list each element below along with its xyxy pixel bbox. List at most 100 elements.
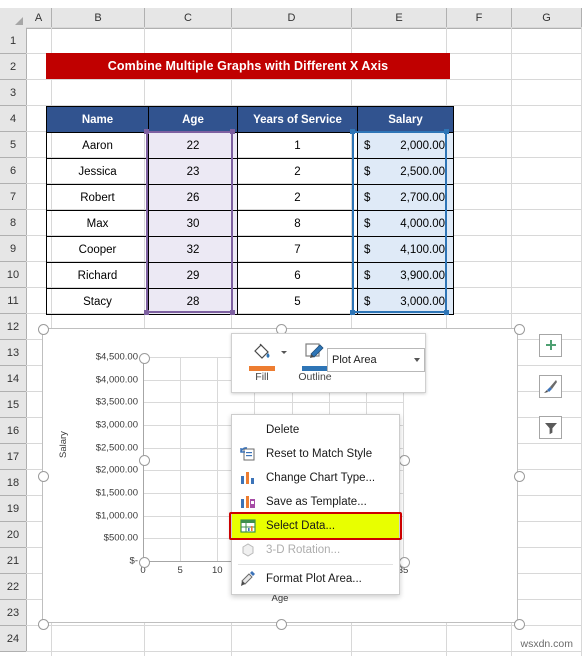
- row-header-23[interactable]: 23: [0, 600, 27, 626]
- mini-toolbar[interactable]: Fill Outline Plot Area: [231, 333, 426, 393]
- row-header-16[interactable]: 16: [0, 418, 27, 444]
- menu-item-format-plot-area[interactable]: Format Plot Area...: [232, 567, 399, 591]
- cell-name[interactable]: Robert: [46, 184, 149, 211]
- row-header-11[interactable]: 11: [0, 288, 27, 314]
- cell-years-of-service[interactable]: 2: [237, 158, 358, 185]
- row-header-12[interactable]: 12: [0, 314, 27, 340]
- column-header-g[interactable]: G: [512, 8, 582, 29]
- table-row[interactable]: Robert 26 2 $2,700.00: [46, 184, 454, 211]
- row-header-13[interactable]: 13: [0, 340, 27, 366]
- cell-years-of-service[interactable]: 8: [237, 210, 358, 237]
- cell-name[interactable]: Jessica: [46, 158, 149, 185]
- row-header-24[interactable]: 24: [0, 626, 27, 652]
- fill-button[interactable]: Fill: [242, 342, 282, 383]
- chart-styles-button[interactable]: [539, 375, 562, 398]
- cell-name[interactable]: Max: [46, 210, 149, 237]
- row-header-10[interactable]: 10: [0, 262, 27, 288]
- cell-age[interactable]: 28: [148, 288, 238, 315]
- cell-salary[interactable]: $2,700.00: [357, 184, 454, 211]
- chart-resize-handle[interactable]: [513, 323, 525, 335]
- chart-resize-handle[interactable]: [37, 470, 49, 482]
- cell-age[interactable]: 30: [148, 210, 238, 237]
- chart-resize-handle[interactable]: [37, 618, 49, 630]
- cell-age[interactable]: 32: [148, 236, 238, 263]
- menu-item-change-chart-type[interactable]: Change Chart Type...: [232, 466, 399, 490]
- cell-age[interactable]: 29: [148, 262, 238, 289]
- context-menu[interactable]: Delete Reset to Match Style Change Chart T…: [229, 414, 402, 595]
- cell-salary[interactable]: $3,000.00: [357, 288, 454, 315]
- cell-age[interactable]: 23: [148, 158, 238, 185]
- chart-resize-handle[interactable]: [513, 618, 525, 630]
- cell-name[interactable]: Richard: [46, 262, 149, 289]
- cell-years-of-service[interactable]: 1: [237, 132, 358, 159]
- table-row[interactable]: Cooper 32 7 $4,100.00: [46, 236, 454, 263]
- salary-amount: 3,000.00: [400, 295, 445, 308]
- select-all-corner[interactable]: [0, 8, 27, 29]
- cell-years-of-service[interactable]: 5: [237, 288, 358, 315]
- row-header-2[interactable]: 2: [0, 54, 27, 80]
- chart-resize-handle[interactable]: [275, 618, 287, 630]
- column-header-a[interactable]: A: [26, 8, 52, 29]
- row-header-1[interactable]: 1: [0, 28, 27, 54]
- plot-area-selector[interactable]: Plot Area: [327, 348, 425, 372]
- employee-table[interactable]: Name Age Years of Service Salary Aaron 22…: [46, 106, 454, 315]
- plot-area-resize-handle[interactable]: [398, 556, 410, 568]
- table-row[interactable]: Max 30 8 $4,000.00: [46, 210, 454, 237]
- menu-item-reset-to-match-style[interactable]: Reset to Match Style: [232, 442, 399, 466]
- salary-amount: 2,700.00: [400, 191, 445, 204]
- row-header-22[interactable]: 22: [0, 574, 27, 600]
- cell-name[interactable]: Aaron: [46, 132, 149, 159]
- column-header-f[interactable]: F: [447, 8, 512, 29]
- plot-area-resize-handle[interactable]: [138, 556, 150, 568]
- cell-age[interactable]: 22: [148, 132, 238, 159]
- menu-item-save-as-template[interactable]: Save as Template...: [232, 490, 399, 514]
- fill-dropdown-caret[interactable]: [281, 351, 287, 354]
- row-header-14[interactable]: 14: [0, 366, 27, 392]
- chart-resize-handle[interactable]: [37, 323, 49, 335]
- plot-area-resize-handle[interactable]: [398, 454, 410, 466]
- plot-area-resize-handle[interactable]: [138, 454, 150, 466]
- table-row[interactable]: Stacy 28 5 $3,000.00: [46, 288, 454, 315]
- cell-years-of-service[interactable]: 2: [237, 184, 358, 211]
- chart-elements-button[interactable]: [539, 334, 562, 357]
- column-header-d[interactable]: D: [232, 8, 352, 29]
- row-header-8[interactable]: 8: [0, 210, 27, 236]
- row-header-15[interactable]: 15: [0, 392, 27, 418]
- column-header-b[interactable]: B: [52, 8, 145, 29]
- menu-item-label: Save as Template...: [266, 496, 367, 508]
- row-header-17[interactable]: 17: [0, 444, 27, 470]
- row-header-3[interactable]: 3: [0, 80, 27, 106]
- menu-item-delete[interactable]: Delete: [232, 418, 399, 442]
- row-header-19[interactable]: 19: [0, 496, 27, 522]
- cell-name[interactable]: Stacy: [46, 288, 149, 315]
- column-header-e[interactable]: E: [352, 8, 447, 29]
- chart-resize-handle[interactable]: [513, 470, 525, 482]
- row-header-20[interactable]: 20: [0, 522, 27, 548]
- row-header-5[interactable]: 5: [0, 132, 27, 158]
- plot-area-resize-handle[interactable]: [138, 352, 150, 364]
- table-body[interactable]: Aaron 22 1 $2,000.00 Jessica 23 2 $2,500.00 Robe…: [46, 132, 454, 315]
- cell-name[interactable]: Cooper: [46, 236, 149, 263]
- salary-amount: 2,000.00: [400, 139, 445, 152]
- cell-years-of-service[interactable]: 7: [237, 236, 358, 263]
- cell-salary[interactable]: $2,000.00: [357, 132, 454, 159]
- menu-item-select-data[interactable]: Select Data...: [229, 512, 402, 540]
- cell-salary[interactable]: $4,100.00: [357, 236, 454, 263]
- table-row[interactable]: Aaron 22 1 $2,000.00: [46, 132, 454, 159]
- row-header-7[interactable]: 7: [0, 184, 27, 210]
- table-row[interactable]: Jessica 23 2 $2,500.00: [46, 158, 454, 185]
- table-row[interactable]: Richard 29 6 $3,900.00: [46, 262, 454, 289]
- cell-salary[interactable]: $2,500.00: [357, 158, 454, 185]
- cell-salary[interactable]: $4,000.00: [357, 210, 454, 237]
- chevron-down-icon: [414, 358, 420, 362]
- cell-age[interactable]: 26: [148, 184, 238, 211]
- row-header-21[interactable]: 21: [0, 548, 27, 574]
- row-header-9[interactable]: 9: [0, 236, 27, 262]
- cell-salary[interactable]: $3,900.00: [357, 262, 454, 289]
- row-header-6[interactable]: 6: [0, 158, 27, 184]
- column-header-c[interactable]: C: [145, 8, 232, 29]
- chart-filters-button[interactable]: [539, 416, 562, 439]
- cell-years-of-service[interactable]: 6: [237, 262, 358, 289]
- row-header-4[interactable]: 4: [0, 106, 27, 132]
- row-header-18[interactable]: 18: [0, 470, 27, 496]
